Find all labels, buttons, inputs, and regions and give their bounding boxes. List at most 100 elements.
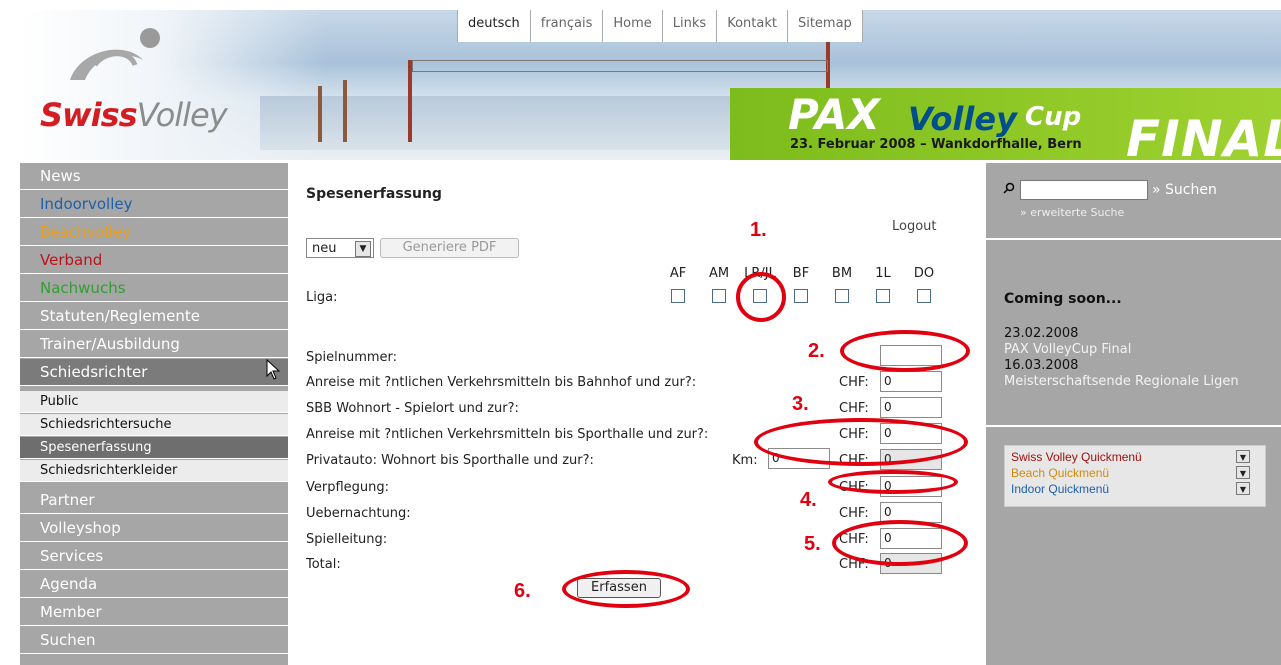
kontakt-link[interactable]: Kontakt <box>716 10 787 42</box>
beach-quickmenu[interactable]: Beach Quickmenü <box>1011 466 1109 480</box>
net-pole <box>318 86 322 142</box>
annotation-number: 3. <box>792 393 809 415</box>
league-label-am: AM <box>708 266 730 281</box>
generate-pdf-button[interactable]: Generiere PDF <box>380 238 519 258</box>
league-checkbox-1l[interactable] <box>876 289 890 303</box>
league-checkbox-af[interactable] <box>671 289 685 303</box>
verpflegung-label: Verpflegung: <box>306 480 390 495</box>
search-input[interactable] <box>1020 180 1148 200</box>
league-label-bf: BF <box>792 266 810 281</box>
annotation-number: 5. <box>804 533 821 555</box>
nav-verband[interactable]: Verband <box>20 247 288 274</box>
annotation-number: 2. <box>808 340 825 362</box>
pax-volleycup-banner[interactable]: PAX Volley Cup FINAL 23. Februar 2008 – … <box>730 88 1281 168</box>
swissvolley-logo[interactable]: SwissVolley <box>40 96 228 134</box>
links-link[interactable]: Links <box>661 10 716 42</box>
nav-statuten[interactable]: Statuten/Reglemente <box>20 303 288 330</box>
nav-beachvolley[interactable]: Beachvolley <box>20 219 288 246</box>
spielnummer-label: Spielnummer: <box>306 350 398 365</box>
nav-nachwuchs[interactable]: Nachwuchs <box>20 275 288 302</box>
sitemap-link[interactable]: Sitemap <box>786 10 863 42</box>
indoor-quickmenu[interactable]: Indoor Quickmenü <box>1011 482 1109 496</box>
divider <box>986 425 1281 427</box>
anreise-bahnhof-input[interactable]: 0 <box>880 371 942 392</box>
top-navigation: deutsch français Home Links Kontakt Site… <box>457 10 863 42</box>
anreise-bahnhof-label: Anreise mit ?ntlichen Verkehrsmitteln bi… <box>306 375 697 390</box>
chevron-down-icon[interactable]: ▼ <box>1236 466 1250 479</box>
annotation-ring <box>562 570 690 608</box>
lang-francais-link[interactable]: français <box>529 10 603 42</box>
sbb-label: SBB Wohnort - Spielort und zur?: <box>306 401 519 416</box>
league-checkbox-do[interactable] <box>917 289 931 303</box>
anreise-sporthalle-label: Anreise mit ?ntlichen Verkehrsmitteln bi… <box>306 427 709 442</box>
banner-volley-text: Volley <box>908 100 1017 138</box>
uebernachtung-label: Uebernachtung: <box>306 506 411 521</box>
subnav-schiedsrichterkleider[interactable]: Schiedsrichterkleider <box>20 460 288 482</box>
privatauto-label: Privatauto: Wohnort bis Sporthalle und z… <box>306 453 594 468</box>
left-navigation: News Indoorvolley Beachvolley Verband Na… <box>20 163 288 665</box>
nav-member[interactable]: Member <box>20 599 288 626</box>
event-title-link[interactable]: Meisterschaftsende Regionale Ligen <box>1004 374 1264 390</box>
league-checkbox-am[interactable] <box>712 289 726 303</box>
banner-final-text: FINAL <box>1126 110 1281 168</box>
subnav-spesenerfassung[interactable]: Spesenerfassung <box>20 437 288 459</box>
swissvolley-quickmenu[interactable]: Swiss Volley Quickmenü <box>1011 450 1142 464</box>
lang-deutsch-link[interactable]: deutsch <box>457 10 530 42</box>
annotation-ring <box>736 272 786 322</box>
annotation-ring <box>832 520 968 566</box>
coming-soon-heading: Coming soon... <box>1004 291 1122 307</box>
net-pole <box>343 80 347 142</box>
chevron-down-icon[interactable]: ▼ <box>355 241 371 257</box>
event-title-link[interactable]: PAX VolleyCup Final <box>1004 342 1264 357</box>
mouse-cursor-icon <box>266 359 281 380</box>
logout-link[interactable]: Logout <box>892 219 937 234</box>
nav-trainer[interactable]: Trainer/Ausbildung <box>20 331 288 358</box>
sbb-input[interactable]: 0 <box>880 397 942 418</box>
annotation-ring <box>754 418 968 466</box>
divider <box>986 238 1281 240</box>
select-value: neu <box>312 241 337 256</box>
chf-label: CHF: <box>839 401 869 416</box>
annotation-number: 1. <box>750 219 767 241</box>
chf-label: CHF: <box>839 375 869 390</box>
annotation-ring <box>840 330 970 372</box>
league-label-af: AF <box>669 266 687 281</box>
subnav-public[interactable]: Public <box>20 391 288 413</box>
form-select[interactable]: neu ▼ <box>306 238 374 258</box>
page-title: Spesenerfassung <box>306 186 442 202</box>
league-label-do: DO <box>913 266 935 281</box>
km-label: Km: <box>732 453 758 468</box>
nav-schiedsrichter[interactable]: Schiedsrichter <box>20 359 288 386</box>
annotation-number: 4. <box>800 489 817 511</box>
event-date: 23.02.2008 <box>1004 326 1079 341</box>
search-link[interactable]: » Suchen <box>1152 182 1217 198</box>
net-pole <box>408 60 412 142</box>
total-label: Total: <box>306 557 341 572</box>
chf-label: CHF: <box>839 506 869 521</box>
home-link[interactable]: Home <box>602 10 661 42</box>
nav-indoorvolley[interactable]: Indoorvolley <box>20 191 288 218</box>
league-checkbox-bf[interactable] <box>794 289 808 303</box>
nav-services[interactable]: Services <box>20 543 288 570</box>
event-date: 16.03.2008 <box>1004 358 1079 373</box>
advanced-search-link[interactable]: » erweiterte Suche <box>1020 206 1124 219</box>
nav-suchen[interactable]: Suchen <box>20 627 288 654</box>
banner-cup-text: Cup <box>1025 102 1082 132</box>
nav-volleyshop[interactable]: Volleyshop <box>20 515 288 542</box>
nav-partner[interactable]: Partner <box>20 487 288 514</box>
nav-agenda[interactable]: Agenda <box>20 571 288 598</box>
search-icon <box>1003 182 1015 194</box>
nav-news[interactable]: News <box>20 163 288 190</box>
sea-background <box>260 96 780 150</box>
banner-date-text: 23. Februar 2008 – Wankdorfhalle, Bern <box>790 137 1082 152</box>
chevron-down-icon[interactable]: ▼ <box>1236 482 1250 495</box>
annotation-number: 6. <box>514 580 531 602</box>
chevron-down-icon[interactable]: ▼ <box>1236 450 1250 463</box>
banner-pax-text: PAX <box>788 90 880 139</box>
logo-swirl-icon <box>70 28 160 80</box>
volleyball-net <box>412 60 828 72</box>
league-label-1l: 1L <box>875 266 891 281</box>
league-checkbox-bm[interactable] <box>835 289 849 303</box>
subnav-schiedsrichtersuche[interactable]: Schiedsrichtersuche <box>20 414 288 436</box>
league-label-bm: BM <box>831 266 853 281</box>
